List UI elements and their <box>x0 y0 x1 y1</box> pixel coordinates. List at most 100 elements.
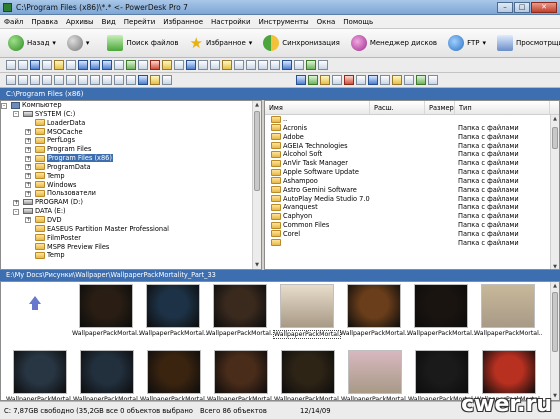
thumbnail-image[interactable] <box>281 350 335 394</box>
thumbnail-image[interactable] <box>214 350 268 394</box>
scroll-up-icon[interactable]: ▲ <box>551 282 559 290</box>
list-item[interactable]: Avanquest Папка с файлами <box>265 203 559 212</box>
menu-tools[interactable]: Инструменты <box>255 18 313 26</box>
drive-k-icon[interactable] <box>114 75 124 85</box>
tool-5-icon[interactable] <box>344 75 354 85</box>
tools-icon[interactable] <box>306 60 316 70</box>
zoom-in-icon[interactable] <box>246 60 256 70</box>
thumbnail-scrollbar[interactable]: ▲ ▼ <box>550 282 559 400</box>
scroll-thumb[interactable] <box>552 292 558 352</box>
drive-a-icon[interactable] <box>6 75 16 85</box>
tree-item[interactable]: + Program Files (x86) <box>1 154 261 163</box>
thumbnail-image[interactable] <box>80 350 134 394</box>
thumbnail-image[interactable] <box>146 284 200 328</box>
thumbnail-image[interactable] <box>147 350 201 394</box>
scroll-down-icon[interactable]: ▼ <box>551 392 559 400</box>
list-item[interactable]: AGEIA Technologies Папка с файлами <box>265 142 559 151</box>
tree-item[interactable]: LoaderData <box>1 119 261 128</box>
thumbnail-image[interactable] <box>415 350 469 394</box>
rename-icon[interactable] <box>222 60 232 70</box>
tree-item[interactable]: + PROGRAM (D:) <box>1 198 261 207</box>
column-type[interactable]: Тип <box>455 101 550 114</box>
sync-button[interactable]: Синхронизация <box>259 32 344 54</box>
view-list-icon[interactable] <box>90 60 100 70</box>
tree-item[interactable]: FilmPoster <box>1 234 261 243</box>
list-item[interactable]: AutoPlay Media Studio 7.0 T... Папка с фа… <box>265 195 559 204</box>
tool-8-icon[interactable] <box>380 75 390 85</box>
properties-icon[interactable] <box>66 60 76 70</box>
list-scrollbar[interactable]: ▲ ▼ <box>550 115 559 269</box>
tree-item[interactable]: + Program Files <box>1 145 261 154</box>
list-item[interactable]: Astro Gemini Software Папка с файлами <box>265 186 559 195</box>
maximize-button[interactable]: □ <box>514 2 530 13</box>
expand-icon[interactable]: + <box>13 199 19 206</box>
list-item[interactable]: Adobe Папка с файлами <box>265 133 559 142</box>
find-files-button[interactable]: Поиск файлов <box>103 32 182 54</box>
recycle-bin-icon[interactable] <box>162 75 172 85</box>
collapse-icon[interactable]: - <box>13 208 19 215</box>
image-icon[interactable] <box>282 60 292 70</box>
expand-icon[interactable]: + <box>25 217 31 224</box>
archive-icon[interactable] <box>162 60 172 70</box>
thumbnail-image[interactable] <box>13 350 67 394</box>
menu-favorites[interactable]: Избранное <box>159 18 207 26</box>
thumbnail-image[interactable] <box>347 284 401 328</box>
list-item[interactable]: AnVir Task Manager Папка с файлами <box>265 159 559 168</box>
drive-i-icon[interactable] <box>90 75 100 85</box>
drive-e-icon[interactable] <box>42 75 52 85</box>
search-icon[interactable] <box>234 60 244 70</box>
expand-icon[interactable]: + <box>25 137 31 144</box>
list-item[interactable]: Corel Папка с файлами <box>265 230 559 239</box>
tree-item[interactable]: + DVD <box>1 216 261 225</box>
tool-10-icon[interactable] <box>404 75 414 85</box>
tree-item[interactable]: + Temp <box>1 172 261 181</box>
scroll-up-icon[interactable]: ▲ <box>253 101 261 109</box>
tree-item[interactable]: MSP8 Preview Files <box>1 243 261 252</box>
select-all-icon[interactable] <box>174 60 184 70</box>
menu-settings[interactable]: Настройки <box>207 18 255 26</box>
tree-item[interactable]: + Пользователи <box>1 189 261 198</box>
tool-11-icon[interactable] <box>416 75 426 85</box>
copy-icon[interactable] <box>18 60 28 70</box>
disk-manager-button[interactable]: Менеджер дисков <box>347 32 441 54</box>
menu-view[interactable]: Вид <box>98 18 120 26</box>
tree-item[interactable]: - DATA (E:) <box>1 207 261 216</box>
menu-archives[interactable]: Архивы <box>62 18 98 26</box>
drive-c-icon[interactable] <box>18 75 28 85</box>
collapse-icon[interactable]: - <box>1 102 7 109</box>
view-icons-icon[interactable] <box>78 60 88 70</box>
desktop-icon[interactable] <box>138 75 148 85</box>
view-details-icon[interactable] <box>102 60 112 70</box>
expand-icon[interactable]: + <box>25 190 31 197</box>
list-item[interactable]: Ashampoo Папка с файлами <box>265 177 559 186</box>
thumbnail-image[interactable] <box>348 350 402 394</box>
tree-item[interactable]: - Компьютер <box>1 101 261 110</box>
list-item[interactable]: Common Files Папка с файлами <box>265 221 559 230</box>
scroll-down-icon[interactable]: ▼ <box>253 261 261 269</box>
expand-icon[interactable]: + <box>25 182 31 189</box>
ftp-button[interactable]: FTP ▾ <box>444 32 490 54</box>
thumbnail-image[interactable] <box>482 350 536 394</box>
stop-icon[interactable] <box>150 60 160 70</box>
tool-12-icon[interactable] <box>428 75 438 85</box>
list-item[interactable]: Папка с файлами <box>265 239 559 248</box>
rotate-icon[interactable] <box>270 60 280 70</box>
menu-file[interactable]: Файл <box>0 18 27 26</box>
split-icon[interactable] <box>138 60 148 70</box>
drive-f-icon[interactable] <box>54 75 64 85</box>
favorites-button[interactable]: ★ Избранное ▾ <box>186 32 257 54</box>
documents-icon[interactable] <box>150 75 160 85</box>
expand-icon[interactable]: + <box>25 164 31 171</box>
sort-icon[interactable] <box>294 60 304 70</box>
new-folder-icon[interactable] <box>54 60 64 70</box>
tree-item[interactable]: Temp <box>1 251 261 260</box>
thumbnail-image[interactable] <box>414 284 468 328</box>
tree-item[interactable]: EASEUS Partition Master Professional <box>1 225 261 234</box>
thumbnail-image[interactable] <box>79 284 133 328</box>
filter-icon[interactable] <box>318 60 328 70</box>
viewer-button[interactable]: Просмотрщик ▾ <box>493 32 560 54</box>
list-item[interactable]: Caphyon Папка с файлами <box>265 212 559 221</box>
drive-g-icon[interactable] <box>66 75 76 85</box>
preview-icon[interactable] <box>210 60 220 70</box>
scroll-down-icon[interactable]: ▼ <box>551 263 559 269</box>
